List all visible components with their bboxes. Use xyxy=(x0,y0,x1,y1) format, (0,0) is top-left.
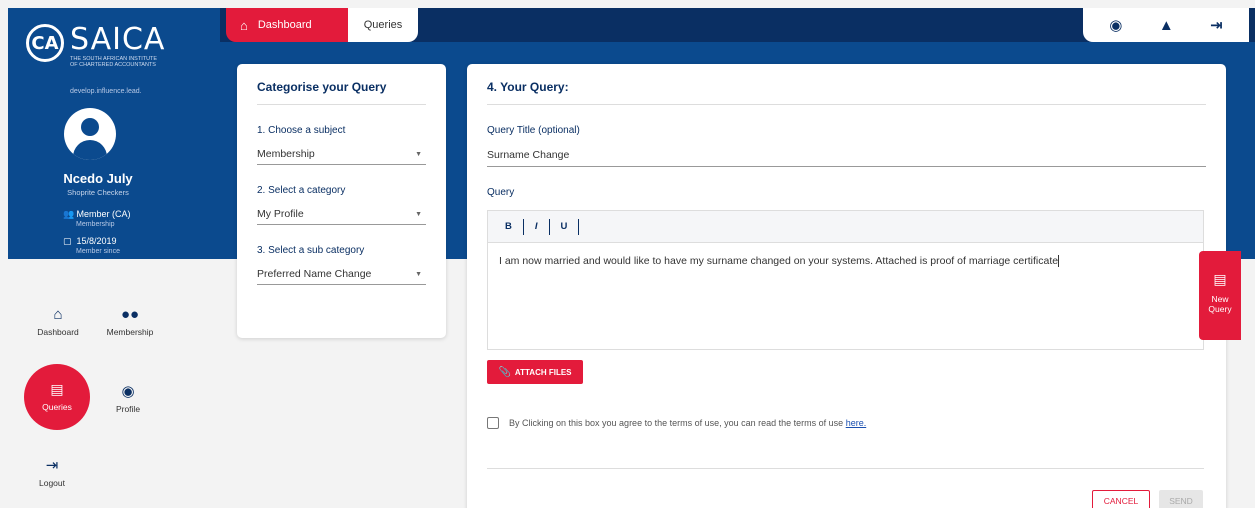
italic-button[interactable]: I xyxy=(524,218,550,235)
subcategory-select[interactable]: Preferred Name Change ▼ xyxy=(257,268,426,285)
chevron-down-icon: ▼ xyxy=(415,211,422,218)
subject-value: Membership xyxy=(257,148,315,160)
terms-text: By Clicking on this box you agree to the… xyxy=(509,418,844,428)
text-cursor xyxy=(1058,255,1060,268)
terms-link[interactable]: here. xyxy=(846,418,867,428)
member-since-date: 15/8/2019 xyxy=(76,236,117,246)
user-company: Shoprite Checkers xyxy=(67,188,129,197)
member-type: Member (CA) xyxy=(76,209,131,219)
query-textarea[interactable]: I am now married and would like to have … xyxy=(488,243,1203,279)
nav-profile[interactable]: ◉ Profile xyxy=(106,382,150,414)
avatar-head xyxy=(81,118,99,136)
chat-icon: ▤ xyxy=(1213,271,1227,287)
nav-dashboard[interactable]: ⌂ Dashboard xyxy=(30,306,86,337)
calendar-icon: ▢ xyxy=(63,236,72,246)
attach-files-button[interactable]: 📎 ATTACH FILES xyxy=(487,360,583,384)
tab-queries[interactable]: Queries xyxy=(348,8,418,42)
footer-divider xyxy=(487,468,1204,469)
query-label: Query xyxy=(487,187,515,198)
nav-logout-label: Logout xyxy=(39,478,65,488)
subcategory-value: Preferred Name Change xyxy=(257,268,372,280)
bold-button[interactable]: B xyxy=(494,218,524,235)
logout-icon[interactable]: ⇥ xyxy=(1210,16,1223,34)
avatar[interactable] xyxy=(64,108,116,160)
logo-tagline: develop.influence.lead. xyxy=(70,88,142,95)
categorise-card: Categorise your Query 1. Choose a subjec… xyxy=(237,64,446,338)
cancel-button[interactable]: CANCEL xyxy=(1092,490,1150,508)
editor-toolbar: B I U xyxy=(488,211,1203,243)
nav-membership[interactable]: ●● Membership xyxy=(100,306,160,337)
home-icon: ⌂ xyxy=(53,306,63,323)
nav-profile-label: Profile xyxy=(115,404,141,414)
terms-row: By Clicking on this box you agree to the… xyxy=(487,417,866,429)
query-card: 4. Your Query: Query Title (optional) Su… xyxy=(467,64,1226,508)
query-title-label: Query Title (optional) xyxy=(487,125,580,136)
tab-dashboard[interactable]: ⌂ Dashboard xyxy=(226,8,348,42)
subcategory-label: 3. Select a sub category xyxy=(257,245,365,256)
chevron-down-icon: ▼ xyxy=(415,271,422,278)
nav-dashboard-label: Dashboard xyxy=(37,327,79,337)
account-icon[interactable]: ◉ xyxy=(1109,16,1122,34)
member-type-row: 👥 Member (CA) Membership xyxy=(63,209,131,228)
logo-mark: CA xyxy=(26,24,64,62)
chevron-down-icon: ▼ xyxy=(415,151,422,158)
category-label: 2. Select a category xyxy=(257,185,346,196)
app-frame: CA SAICA THE SOUTH AFRICAN INSTITUTE OF … xyxy=(8,8,1255,508)
group-icon: 👥 xyxy=(63,209,75,219)
group-icon: ●● xyxy=(120,306,140,323)
terms-checkbox[interactable] xyxy=(487,417,499,429)
logo-subtitle: THE SOUTH AFRICAN INSTITUTE OF CHARTERED… xyxy=(70,56,180,68)
categorise-title: Categorise your Query xyxy=(257,80,426,105)
logout-icon: ⇥ xyxy=(45,457,59,474)
avatar-shoulders xyxy=(73,140,107,160)
nav-queries[interactable]: ▤ Queries xyxy=(24,364,90,430)
new-query-button[interactable]: ▤ New Query xyxy=(1199,251,1241,340)
query-editor: B I U I am now married and would like to… xyxy=(487,210,1204,350)
category-select[interactable]: My Profile ▼ xyxy=(257,208,426,225)
attach-files-label: ATTACH FILES xyxy=(514,367,572,377)
member-type-sub: Membership xyxy=(76,221,115,228)
nav-queries-label: Queries xyxy=(42,402,72,412)
tab-dashboard-label: Dashboard xyxy=(257,19,312,31)
sidebar: CA SAICA THE SOUTH AFRICAN INSTITUTE OF … xyxy=(8,8,220,508)
member-since-row: ▢ 15/8/2019 Member since xyxy=(63,236,120,255)
nav-membership-label: Membership xyxy=(106,327,154,337)
account-circle-icon: ◉ xyxy=(121,383,135,400)
logo-subtitle-line2: OF CHARTERED ACCOUNTANTS xyxy=(70,62,156,68)
user-name: Ncedo July xyxy=(63,171,133,186)
new-query-line2: Query xyxy=(1208,304,1232,314)
subject-select[interactable]: Membership ▼ xyxy=(257,148,426,165)
paperclip-icon: 📎 xyxy=(498,366,511,378)
bell-icon[interactable]: ▲ xyxy=(1159,17,1174,34)
send-button[interactable]: SEND xyxy=(1159,490,1203,508)
tab-queries-label: Queries xyxy=(363,19,403,31)
query-card-title: 4. Your Query: xyxy=(487,80,1206,105)
top-icon-bar: ◉ ▲ ⇥ xyxy=(1083,8,1249,42)
member-since-label: Member since xyxy=(76,248,120,255)
underline-button[interactable]: U xyxy=(550,218,580,235)
subject-label: 1. Choose a subject xyxy=(257,125,346,136)
logo-wordmark: SAICA xyxy=(70,22,166,57)
nav-logout[interactable]: ⇥ Logout xyxy=(32,456,72,488)
query-title-input[interactable]: Surname Change xyxy=(487,149,1206,167)
saica-logo: CA SAICA THE SOUTH AFRICAN INSTITUTE OF … xyxy=(26,22,176,82)
home-icon: ⌂ xyxy=(240,17,248,33)
new-query-line1: New xyxy=(1211,294,1229,304)
category-value: My Profile xyxy=(257,208,304,220)
query-body-text: I am now married and would like to have … xyxy=(499,255,1059,267)
chat-icon: ▤ xyxy=(50,381,64,397)
